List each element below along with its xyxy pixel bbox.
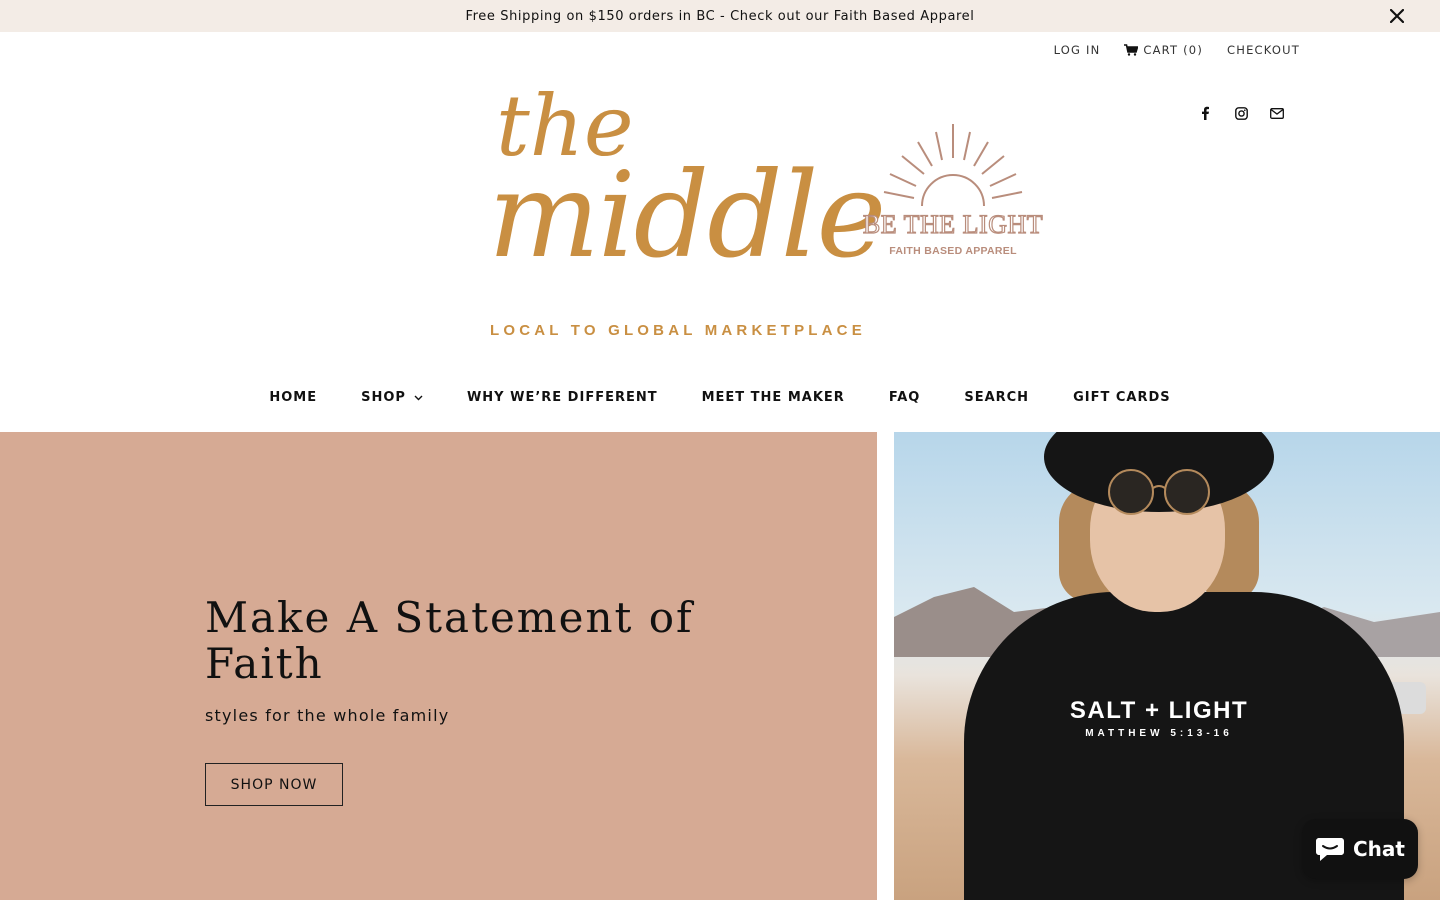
main-nav: HOME SHOP WHY WE’RE DIFFERENT MEET THE M… (0, 390, 1440, 405)
nav-item-search[interactable]: SEARCH (964, 390, 1029, 405)
nav-item-gift-cards[interactable]: GIFT CARDS (1073, 390, 1171, 405)
checkout-link[interactable]: CHECKOUT (1227, 43, 1300, 57)
cart-link[interactable]: CART (0) (1124, 43, 1203, 57)
instagram-icon[interactable] (1232, 104, 1250, 122)
account-links: LOG IN CART (0) CHECKOUT (1054, 43, 1300, 57)
chat-button[interactable]: Chat (1302, 819, 1418, 879)
be-the-light-logo: BE THE LIGHT FAITH BASED APPAREL (852, 122, 1054, 264)
nav-item-label: FAQ (888, 390, 921, 405)
sweatshirt-print: SALT + LIGHT (1069, 697, 1249, 724)
shop-now-button[interactable]: SHOP NOW (205, 763, 343, 806)
site-logo[interactable]: the middle LOCAL TO GLOBAL MARKETPLACE (484, 84, 886, 354)
chat-label: Chat (1353, 837, 1405, 861)
logo-tagline: LOCAL TO GLOBAL MARKETPLACE (490, 322, 866, 339)
close-icon[interactable] (1386, 5, 1408, 27)
facebook-icon[interactable] (1196, 104, 1214, 122)
nav-item-why-different[interactable]: WHY WE’RE DIFFERENT (467, 390, 658, 405)
nav-item-faq[interactable]: FAQ (889, 390, 921, 405)
nav-item-label: WHY WE’RE DIFFERENT (466, 390, 658, 405)
nav-item-meet-maker[interactable]: MEET THE MAKER (702, 390, 845, 405)
nav-item-label: SEARCH (964, 390, 1030, 405)
be-the-light-title: BE THE LIGHT (862, 209, 1044, 239)
chat-icon (1316, 838, 1344, 861)
announcement-text: Free Shipping on $150 orders in BC - Che… (465, 8, 975, 24)
hero-title: Make A Statement of Faith (205, 593, 694, 688)
announcement-bar: Free Shipping on $150 orders in BC - Che… (0, 0, 1440, 32)
cart-label: CART (0) (1143, 43, 1204, 57)
be-the-light-subtitle: FAITH BASED APPAREL (889, 245, 1017, 257)
hero-subtitle: styles for the whole family (205, 706, 450, 725)
nav-item-shop[interactable]: SHOP (361, 390, 423, 405)
hero-text-panel: Make A Statement of Faith styles for the… (0, 432, 877, 900)
logo-text-middle: middle (488, 146, 886, 284)
chevron-down-icon (414, 395, 423, 400)
nav-item-home[interactable]: HOME (269, 390, 317, 405)
sweatshirt-verse: MATTHEW 5:13-16 (1085, 728, 1233, 739)
login-link[interactable]: LOG IN (1054, 43, 1101, 57)
sunrise-icon (883, 124, 1023, 207)
hero-divider (877, 432, 894, 900)
social-links (1196, 104, 1286, 122)
nav-item-label: HOME (269, 390, 318, 405)
cart-icon (1124, 44, 1139, 56)
sunglasses-illustration (1108, 469, 1210, 515)
nav-item-label: SHOP (361, 390, 406, 405)
nav-item-label: MEET THE MAKER (701, 390, 845, 405)
mail-icon[interactable] (1268, 104, 1286, 122)
nav-item-label: GIFT CARDS (1073, 390, 1171, 405)
